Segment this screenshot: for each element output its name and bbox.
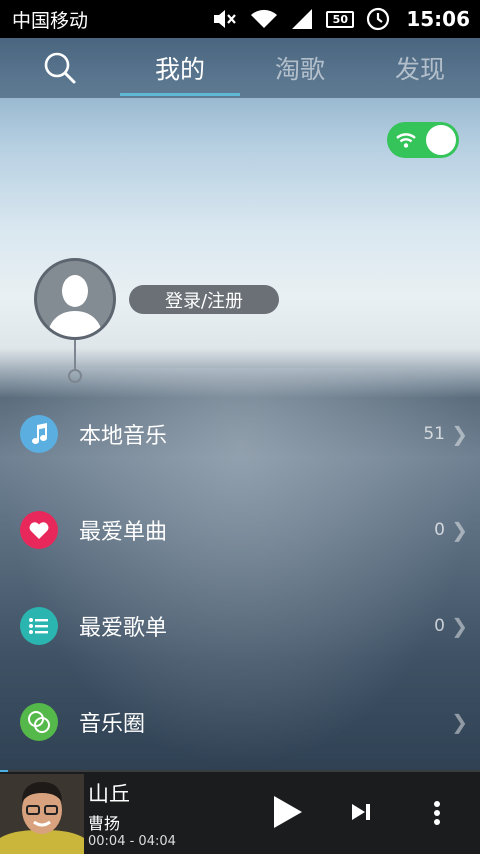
avatar-connector-dot <box>68 369 82 383</box>
menu-list: 本地音乐 51 ❯ 最爱单曲 0 ❯ 最爱歌单 0 ❯ 音乐圈 ❯ <box>0 386 480 770</box>
top-nav: 我的 淘歌 发现 <box>0 38 480 98</box>
mute-icon <box>214 10 237 28</box>
menu-item-label: 音乐圈 <box>79 712 146 737</box>
playback-time: 00:04 - 04:04 <box>88 834 176 849</box>
tab-mine[interactable]: 我的 <box>120 38 240 98</box>
carrier-label: 中国移动 <box>12 9 89 32</box>
menu-item-count: 0 <box>434 520 445 540</box>
avatar[interactable] <box>34 258 116 340</box>
wifi-icon <box>396 133 416 148</box>
artist-name: 曹扬 <box>88 814 121 833</box>
status-bar: 中国移动 50 15:06 <box>0 0 480 38</box>
toggle-knob <box>426 125 456 155</box>
clock-time: 15:06 <box>406 7 470 31</box>
user-icon <box>47 275 103 337</box>
menu-item-favorite-songs[interactable]: 最爱单曲 0 ❯ <box>0 482 480 578</box>
menu-item-favorite-playlists[interactable]: 最爱歌单 0 ❯ <box>0 578 480 674</box>
chevron-right-icon: ❯ <box>451 518 468 542</box>
clock-icon <box>367 7 390 31</box>
menu-item-label: 最爱歌单 <box>79 616 168 641</box>
menu-item-local-music[interactable]: 本地音乐 51 ❯ <box>0 386 480 482</box>
more-options-icon[interactable] <box>432 800 442 826</box>
wifi-icon <box>251 9 278 28</box>
play-icon[interactable] <box>270 794 304 830</box>
tab-discover[interactable]: 发现 <box>360 38 480 98</box>
heart-icon <box>20 511 58 549</box>
list-icon <box>20 607 58 645</box>
menu-item-music-circle[interactable]: 音乐圈 ❯ <box>0 674 480 770</box>
chevron-right-icon: ❯ <box>451 614 468 638</box>
playback-progress <box>0 770 9 772</box>
tab-songs[interactable]: 淘歌 <box>240 38 360 98</box>
chevron-right-icon: ❯ <box>451 710 468 734</box>
music-note-icon <box>20 415 58 453</box>
song-title: 山丘 <box>88 782 130 806</box>
wifi-toggle[interactable] <box>387 122 459 158</box>
menu-item-label: 最爱单曲 <box>79 520 168 545</box>
search-icon <box>44 52 76 84</box>
menu-item-label: 本地音乐 <box>79 424 168 449</box>
album-cover[interactable] <box>0 774 84 854</box>
battery-icon: 50 <box>326 10 355 28</box>
chevron-right-icon: ❯ <box>451 422 468 446</box>
search-button[interactable] <box>0 38 120 98</box>
mini-player[interactable]: 山丘 曹扬 00:04 - 04:04 <box>0 770 480 854</box>
next-track-icon[interactable] <box>350 802 372 822</box>
circles-icon <box>20 703 58 741</box>
signal-icon <box>292 9 313 29</box>
login-register-button[interactable]: 登录/注册 <box>129 285 279 314</box>
avatar-connector <box>74 340 76 370</box>
menu-item-count: 0 <box>434 616 445 636</box>
menu-item-count: 51 <box>423 424 445 444</box>
